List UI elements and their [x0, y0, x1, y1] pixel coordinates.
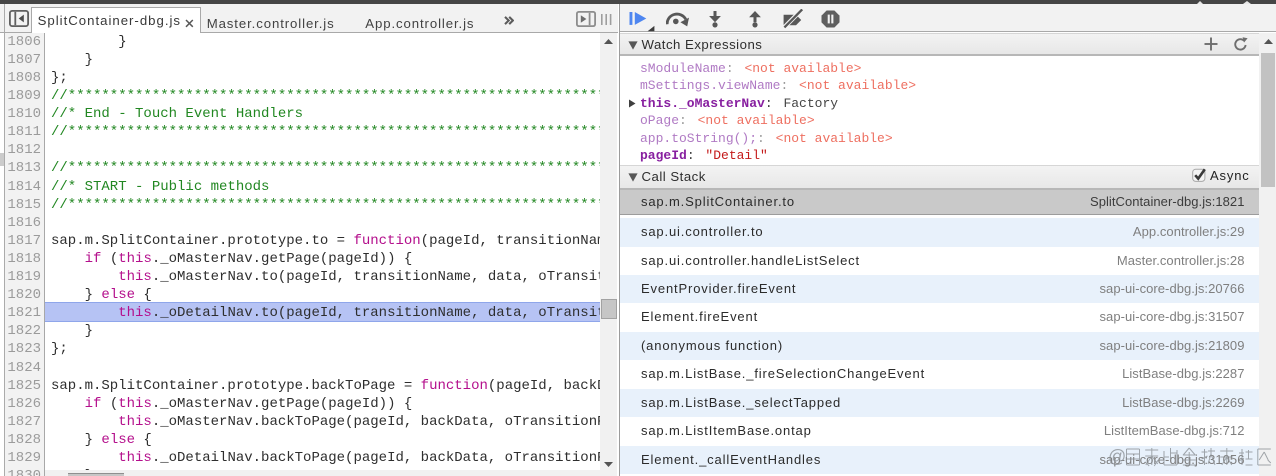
svg-text:@: @: [1108, 447, 1126, 467]
